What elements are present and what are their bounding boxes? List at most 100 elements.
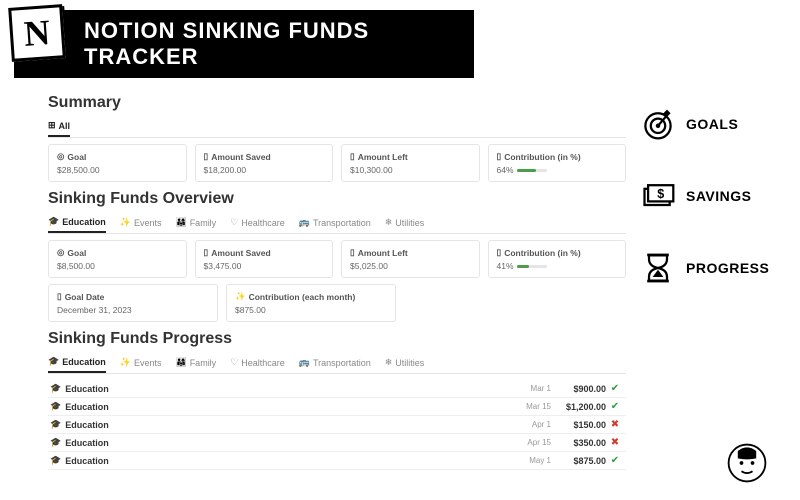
summary-contrib-card[interactable]: ▯Contribution (in %) 64%	[488, 144, 627, 182]
list-icon: ⊞	[48, 120, 56, 131]
row-label: Education	[65, 456, 109, 466]
wallet-icon: ▯	[350, 151, 355, 162]
ov-left-label: Amount Left	[358, 248, 408, 258]
tab-label: Utilities	[395, 218, 424, 228]
tab-transportation[interactable]: 🚌Transportation	[299, 212, 371, 233]
ov-left-value: $5,025.00	[350, 261, 471, 271]
hourglass-icon	[640, 250, 676, 286]
ov-contrib-value: 41%	[497, 261, 514, 271]
tab-education[interactable]: 🎓Education	[48, 352, 106, 373]
goal-label: Goal	[67, 152, 86, 162]
cross-icon: ✖	[606, 419, 624, 430]
svg-text:$: $	[657, 187, 664, 201]
tab-all-label: All	[59, 121, 71, 131]
row-label: Education	[65, 438, 109, 448]
tab-icon: 🚌	[299, 217, 310, 228]
left-value: $10,300.00	[350, 165, 471, 175]
row-amount: $350.00	[551, 438, 606, 448]
tab-utilities[interactable]: ❄Utilities	[385, 352, 425, 373]
tab-transportation[interactable]: 🚌Transportation	[299, 352, 371, 373]
tab-events[interactable]: ✨Events	[120, 352, 162, 373]
row-amount: $900.00	[551, 384, 606, 394]
ov-saved-label: Amount Saved	[211, 248, 271, 258]
percent-icon: ▯	[497, 151, 502, 162]
tab-icon: 👨‍👩‍👧	[175, 357, 186, 368]
wallet-icon: ▯	[204, 151, 209, 162]
overview-goal-card[interactable]: ◎Goal $8,500.00	[48, 240, 187, 278]
money-icon: $	[640, 178, 676, 214]
ov-monthly-label: Contribution (each month)	[249, 292, 356, 302]
target-icon: ◎	[57, 247, 64, 258]
progress-row[interactable]: 🎓EducationApr 1$150.00✖	[48, 416, 626, 434]
page-title: NOTION SINKING FUNDS TRACKER	[14, 10, 474, 78]
ov-date-value: December 31, 2023	[57, 305, 209, 315]
summary-left-card[interactable]: ▯Amount Left $10,300.00	[341, 144, 480, 182]
tab-family[interactable]: 👨‍👩‍👧 Family	[175, 212, 216, 233]
overview-monthly-card[interactable]: ✨Contribution (each month) $875.00	[226, 284, 396, 322]
tab-label: Healthcare	[241, 218, 285, 228]
row-label: Education	[65, 420, 109, 430]
progress-row[interactable]: 🎓EducationApr 15$350.00✖	[48, 434, 626, 452]
row-icon: 🎓	[50, 401, 61, 412]
progress-row[interactable]: 🎓EducationMar 15$1,200.00✔	[48, 398, 626, 416]
ov-saved-value: $3,475.00	[204, 261, 325, 271]
goal-value: $28,500.00	[57, 165, 178, 175]
tab-family[interactable]: 👨‍👩‍👧Family	[175, 352, 216, 373]
sparkle-icon: ✨	[235, 291, 246, 302]
tab-healthcare[interactable]: ♡Healthcare	[230, 352, 285, 373]
check-icon: ✔	[606, 383, 624, 394]
tab-icon: ♡	[230, 217, 238, 228]
tab-label: Events	[134, 218, 162, 228]
row-amount: $150.00	[551, 420, 606, 430]
check-icon: ✔	[606, 401, 624, 412]
overview-heading: Sinking Funds Overview	[48, 190, 626, 208]
wallet-icon: ▯	[350, 247, 355, 258]
target-icon	[640, 106, 676, 142]
tab-events[interactable]: ✨Events	[120, 212, 162, 233]
overview-date-card[interactable]: ▯Goal Date December 31, 2023	[48, 284, 218, 322]
progress-row[interactable]: 🎓EducationMar 1$900.00✔	[48, 380, 626, 398]
row-date: Mar 1	[511, 384, 551, 393]
tab-all[interactable]: ⊞All	[48, 116, 70, 137]
overview-saved-card[interactable]: ▯Amount Saved $3,475.00	[195, 240, 334, 278]
tab-label: Transportation	[313, 218, 371, 228]
summary-saved-card[interactable]: ▯Amount Saved $18,200.00	[195, 144, 334, 182]
summary-goal-card[interactable]: ◎Goal $28,500.00	[48, 144, 187, 182]
row-label: Education	[65, 384, 109, 394]
avatar-icon	[724, 440, 770, 486]
overview-contrib-card[interactable]: ▯Contribution (in %) 41%	[488, 240, 627, 278]
calendar-icon: ▯	[57, 291, 62, 302]
row-date: Apr 1	[511, 420, 551, 429]
percent-icon: ▯	[497, 247, 502, 258]
tab-label: Family	[190, 218, 217, 228]
ov-goal-label: Goal	[67, 248, 86, 258]
row-amount: $1,200.00	[551, 402, 606, 412]
row-icon: 🎓	[50, 455, 61, 466]
progress-row[interactable]: 🎓EducationMay 1$875.00✔	[48, 452, 626, 470]
tab-label: Education	[62, 217, 106, 227]
ov-goal-value: $8,500.00	[57, 261, 178, 271]
feature-label: PROGRESS	[686, 260, 769, 276]
saved-label: Amount Saved	[211, 152, 271, 162]
tab-label: Transportation	[313, 358, 371, 368]
tab-healthcare[interactable]: ♡Healthcare	[230, 212, 285, 233]
feature-progress: PROGRESS	[640, 250, 800, 286]
overview-left-card[interactable]: ▯Amount Left $5,025.00	[341, 240, 480, 278]
progress-heading: Sinking Funds Progress	[48, 330, 626, 348]
tab-utilities[interactable]: ❄Utilities	[385, 212, 425, 233]
tab-icon: ❄	[385, 217, 393, 228]
feature-savings: $SAVINGS	[640, 178, 800, 214]
cross-icon: ✖	[606, 437, 624, 448]
progress-bar	[517, 265, 547, 268]
tab-icon: 🎓	[48, 356, 59, 367]
row-date: Apr 15	[511, 438, 551, 447]
tab-icon: ❄	[385, 357, 393, 368]
check-icon: ✔	[606, 455, 624, 466]
tab-icon: 🎓	[48, 216, 59, 227]
progress-bar	[517, 169, 547, 172]
tab-icon: 👨‍👩‍👧	[175, 217, 186, 228]
tab-label: Education	[62, 357, 106, 367]
tab-education[interactable]: 🎓Education	[48, 212, 106, 233]
ov-date-label: Goal Date	[65, 292, 105, 302]
contrib-value: 64%	[497, 165, 514, 175]
